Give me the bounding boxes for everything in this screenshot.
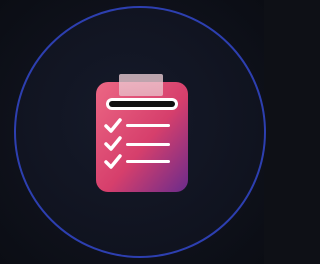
checklist-line [126,143,170,146]
clipboard-checklist-icon [96,74,188,192]
checklist-line [126,124,170,127]
clipboard-clip [119,74,163,96]
checklist-line [126,160,170,163]
icon-canvas [0,0,266,264]
header-bar-inner [109,101,175,107]
